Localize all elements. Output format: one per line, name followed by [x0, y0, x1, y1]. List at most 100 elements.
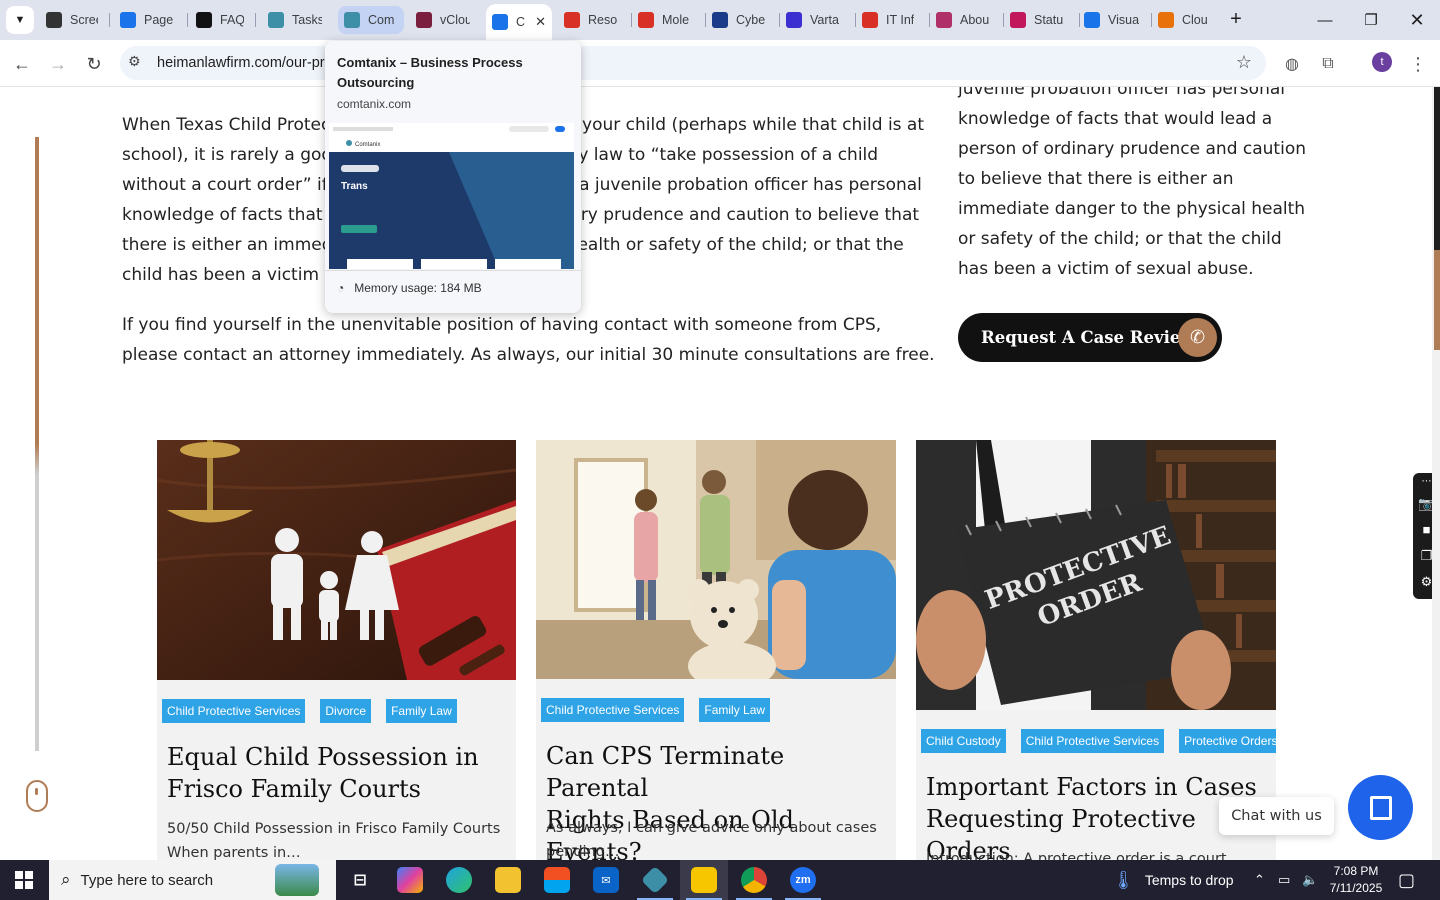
tab-separator — [187, 13, 188, 27]
tab-title: vClou — [440, 13, 470, 27]
comtanix-icon — [268, 12, 284, 28]
camera-icon[interactable]: 📷 — [1413, 491, 1432, 517]
tab-hover-card: Comtanix – Business Process Outsourcing … — [325, 41, 581, 313]
mail-app[interactable]: ✉ — [582, 860, 630, 900]
forward-button[interactable]: → — [44, 50, 72, 78]
web-page: When Texas Child Protective Services con… — [0, 87, 1432, 860]
article-paragraph-2: If you find yourself in the unenvitable … — [122, 315, 935, 365]
hover-card-thumbnail: Comtanix Trans — [329, 123, 574, 269]
reload-button[interactable]: ↻ — [80, 50, 108, 78]
store-app[interactable] — [533, 860, 581, 900]
thumb-brand-text: Comtanix — [355, 142, 380, 148]
clock-time: 7:08 PM — [1333, 864, 1379, 878]
check-logo-icon — [712, 12, 728, 28]
browser-tab[interactable]: Mole — [632, 6, 700, 34]
edge-app[interactable] — [435, 860, 483, 900]
obs-icon — [46, 12, 62, 28]
browser-tab[interactable]: Varta — [780, 6, 850, 34]
screen-capture-toolbar: ⋯ 📷 ■ ❐ ⚙ — [1413, 473, 1432, 599]
volume-icon[interactable]: 🔈 — [1302, 860, 1318, 900]
site-info-icon[interactable]: ⚙ — [128, 53, 141, 70]
sidebar-paragraph: juvenile probation officer has personal … — [958, 87, 1306, 279]
browser-tab[interactable]: IT Inf — [856, 6, 924, 34]
sticky-notes-icon — [691, 867, 717, 893]
url-text[interactable]: heimanlawfirm.com/our-pr — [157, 55, 325, 71]
tray-chevron-icon[interactable]: ⌃ — [1254, 860, 1265, 900]
settings-gear-icon[interactable]: ⚙ — [1413, 569, 1432, 595]
start-button[interactable] — [0, 860, 48, 900]
weather-widget[interactable]: 🌡 Temps to drop — [1112, 860, 1234, 900]
edge-icon — [446, 867, 472, 893]
category-tag[interactable]: Family Law — [386, 699, 457, 723]
new-tab-button[interactable]: + — [1224, 8, 1248, 32]
back-button[interactable]: ← — [8, 50, 36, 78]
category-tag[interactable]: Child Protective Services — [541, 698, 685, 722]
browser-tab[interactable]: Tasks — [262, 6, 328, 34]
browser-tab[interactable]: Clou — [1152, 6, 1218, 34]
browser-tab[interactable]: Visua — [1078, 6, 1146, 34]
extensions-icon[interactable]: ⧉ — [1316, 52, 1340, 76]
profile-avatar[interactable]: t — [1372, 52, 1392, 72]
category-tag[interactable]: Child Custody — [921, 729, 1006, 753]
category-tag[interactable]: Child Protective Services — [162, 699, 306, 723]
thumb-hero-text: Trans — [341, 181, 368, 192]
browser-tab[interactable]: Page — [114, 6, 182, 34]
tab-title: Visua — [1108, 13, 1140, 27]
minimize-button[interactable]: — — [1302, 0, 1348, 40]
browser-tab[interactable]: Scree — [40, 6, 104, 34]
hover-card-title: Comtanix – Business Process Outsourcing — [337, 55, 523, 90]
mail-icon: ✉ — [593, 867, 619, 893]
sticky-notes-app[interactable] — [680, 860, 728, 900]
category-tag[interactable]: Protective Orders — [1179, 729, 1276, 753]
browser-tab[interactable]: vClou — [410, 6, 476, 34]
browser-tab[interactable]: Cybe — [706, 6, 774, 34]
comtanix-app[interactable] — [631, 860, 679, 900]
menu-icon[interactable]: ⋮ — [1406, 52, 1430, 76]
browser-tab[interactable]: Reso — [558, 6, 626, 34]
memory-usage-row: ◔ Memory usage: 184 MB — [337, 281, 482, 295]
browser-tab[interactable]: Com — [338, 6, 404, 34]
chat-launcher-button[interactable] — [1348, 775, 1413, 840]
file-explorer-app[interactable] — [484, 860, 532, 900]
browser-tab[interactable]: Abou — [930, 6, 998, 34]
browser-tab[interactable]: Statu — [1004, 6, 1074, 34]
system-clock[interactable]: 7:08 PM 7/11/2025 — [1325, 863, 1387, 897]
taskbar-search-box[interactable]: ⌕ Type here to search — [49, 860, 336, 900]
browser-tab[interactable]: FAQ — [190, 6, 250, 34]
zoom-icon: zm — [790, 867, 816, 893]
request-case-review-button[interactable]: Request A Case Review ✆ — [958, 313, 1222, 362]
tab-title: Clou — [1182, 13, 1208, 27]
close-window-button[interactable]: ✕ — [1394, 0, 1440, 40]
chat-with-us-label[interactable]: Chat with us — [1219, 797, 1334, 835]
card-title[interactable]: Equal Child Possession in Frisco Family … — [167, 741, 507, 805]
category-tag[interactable]: Child Protective Services — [1020, 729, 1165, 753]
search-highlight-icon — [275, 864, 319, 896]
blog-card-2[interactable]: Child Protective Services Family Law Can … — [536, 440, 896, 860]
scrollbar-track-top — [1434, 87, 1440, 250]
blog-card-1[interactable]: Child Protective Services Divorce Family L… — [157, 440, 516, 860]
category-tag[interactable]: Divorce — [320, 699, 372, 723]
browser-tab[interactable]: C ✕ — [486, 4, 552, 40]
tab-close-icon[interactable]: ✕ — [529, 14, 546, 30]
tab-title: Abou — [960, 13, 990, 27]
bookmark-star-icon[interactable]: ☆ — [1236, 52, 1252, 73]
notifications-icon[interactable]: ▢ — [1398, 860, 1415, 900]
window-icon[interactable]: ❐ — [1413, 543, 1432, 569]
pin-icon[interactable]: ⋯ — [1413, 473, 1432, 491]
translate-icon[interactable]: ◍ — [1280, 52, 1304, 76]
network-icon[interactable]: ▭ — [1278, 860, 1290, 900]
tab-search-button[interactable]: ▼ — [6, 6, 34, 34]
copilot-app[interactable] — [386, 860, 434, 900]
memory-usage-text: Memory usage: 184 MB — [354, 281, 482, 295]
video-icon[interactable]: ■ — [1413, 517, 1432, 543]
address-bar[interactable]: ⚙ heimanlawfirm.com/our-pr ☆ — [120, 46, 1266, 80]
scrollbar-thumb[interactable] — [1434, 250, 1440, 350]
chrome-app[interactable] — [730, 860, 778, 900]
category-tag[interactable]: Family Law — [699, 698, 771, 722]
scales-icon — [492, 14, 508, 30]
tab-title: Com — [368, 13, 395, 27]
restore-button[interactable]: ❐ — [1348, 0, 1394, 40]
speed-gauge-icon — [120, 12, 136, 28]
task-view-button[interactable]: ⊟ — [336, 860, 384, 900]
zoom-app[interactable]: zm — [779, 860, 827, 900]
